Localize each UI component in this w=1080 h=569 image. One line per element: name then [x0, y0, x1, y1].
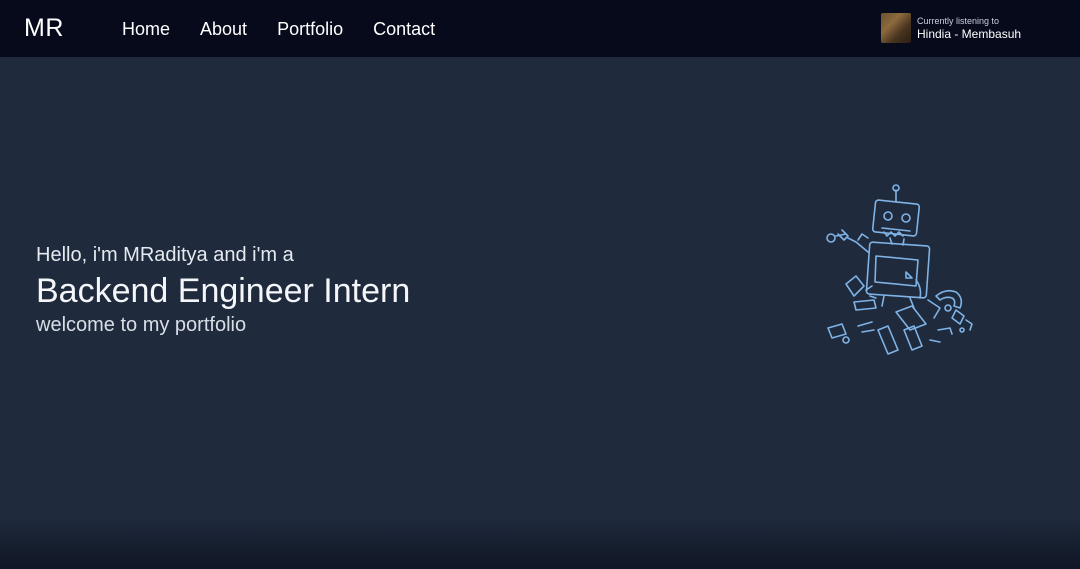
nav-menu: Home About Portfolio Contact [122, 18, 435, 40]
nav-link-home[interactable]: Home [122, 19, 170, 39]
now-playing-widget[interactable]: Currently listening to Hindia - Membasuh [881, 13, 1021, 43]
hero-greeting: Hello, i'm MRaditya and i'm a [36, 244, 294, 266]
now-playing-track: Hindia - Membasuh [917, 26, 1022, 41]
now-playing-text: Currently listening to Hindia - Membasuh [917, 15, 1021, 42]
nav-item-portfolio: Portfolio [277, 18, 343, 40]
nav-item-contact: Contact [373, 18, 435, 40]
broken-robot-illustration-icon [826, 184, 973, 355]
nav-link-contact[interactable]: Contact [373, 19, 435, 39]
nav-item-home: Home [122, 18, 170, 40]
album-art-icon [881, 13, 911, 43]
hero-text-block: Hello, i'm MRaditya and i'm a Backend En… [36, 243, 410, 337]
nav-link-portfolio[interactable]: Portfolio [277, 19, 343, 39]
nav-item-about: About [200, 18, 247, 40]
bottom-fade [0, 517, 1080, 569]
nav-link-about[interactable]: About [200, 19, 247, 39]
navbar: MR Home About Portfolio Contact Currentl… [0, 0, 1080, 57]
hero-role: Backend Engineer Intern [36, 272, 411, 310]
hero-welcome: welcome to my portfolio [36, 314, 247, 336]
now-playing-caption: Currently listening to [917, 15, 1000, 26]
brand-logo[interactable]: MR [24, 14, 64, 42]
